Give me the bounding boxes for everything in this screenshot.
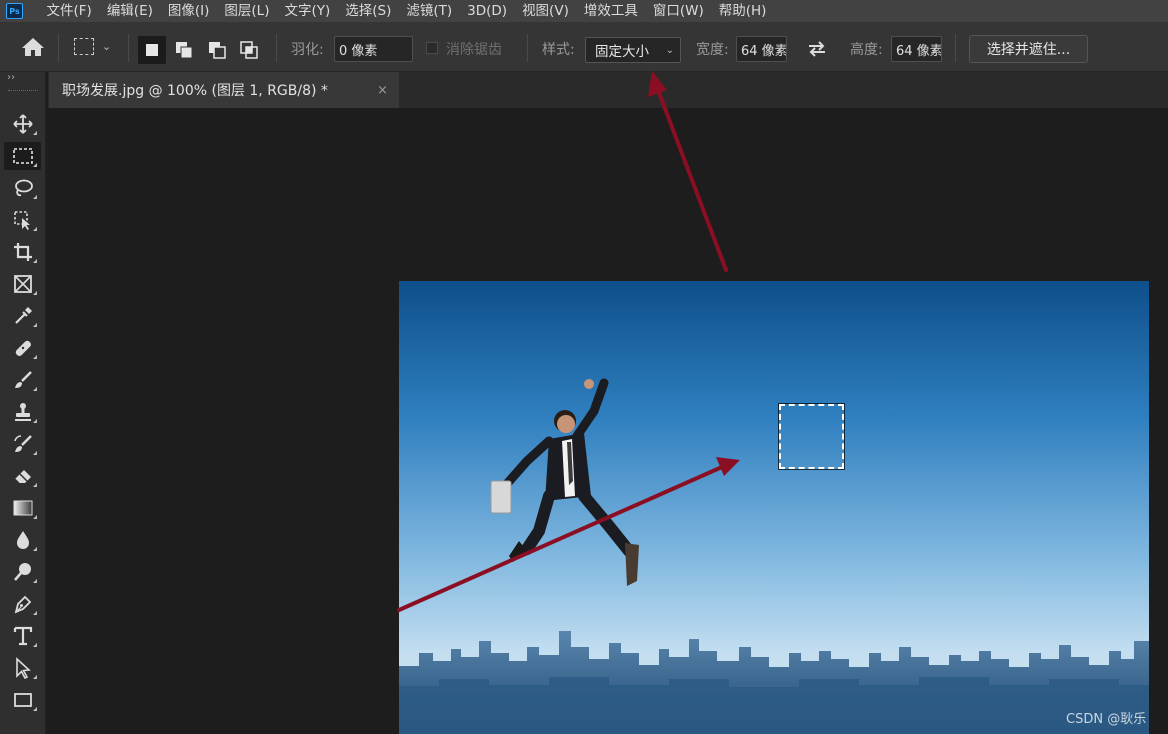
frame-icon: [13, 275, 32, 293]
gradient-tool[interactable]: [4, 494, 41, 522]
width-label: 宽度:: [696, 42, 729, 58]
menu-help[interactable]: 帮助(H): [711, 0, 774, 22]
blur-tool[interactable]: [4, 526, 41, 554]
select-and-mask-button[interactable]: 选择并遮住...: [969, 35, 1088, 63]
menu-file[interactable]: 文件(F): [39, 0, 99, 22]
lasso-icon: [14, 179, 33, 197]
antialias-label: 消除锯齿: [446, 42, 502, 58]
style-label: 样式:: [542, 42, 575, 58]
clone-stamp-tool[interactable]: [4, 398, 41, 426]
eyedropper-icon: [14, 307, 32, 324]
feather-input[interactable]: 0 像素: [334, 36, 413, 62]
menu-filter[interactable]: 滤镜(T): [399, 0, 460, 22]
options-bar: ⌄ 羽化: 0 像素 消除锯齿 样式: 固定大小 ⌄ 宽度: 64 像素 高度:…: [0, 22, 1168, 72]
healing-brush-tool[interactable]: [4, 334, 41, 362]
rectangle-tool[interactable]: [4, 686, 41, 714]
menu-edit[interactable]: 编辑(E): [99, 0, 160, 22]
separator: [58, 34, 59, 62]
document-tab-title: 职场发展.jpg @ 100% (图层 1, RGB/8) *: [62, 83, 328, 99]
type-tool[interactable]: [4, 622, 41, 650]
style-select-value: 固定大小: [595, 44, 649, 60]
drop-icon: [16, 531, 29, 549]
history-brush-icon: [13, 435, 32, 452]
new-selection-button[interactable]: [138, 36, 166, 64]
close-icon[interactable]: ×: [377, 83, 388, 98]
new-selection-icon: [146, 44, 158, 56]
menu-view[interactable]: 视图(V): [515, 0, 577, 22]
move-tool[interactable]: [4, 110, 41, 138]
crop-icon: [13, 243, 32, 261]
history-brush-tool[interactable]: [4, 430, 41, 458]
subtract-selection-icon: [209, 42, 226, 59]
eyedropper-tool[interactable]: [4, 302, 41, 330]
pen-tool[interactable]: [4, 590, 41, 618]
path-selection-tool[interactable]: [4, 654, 41, 682]
intersect-selection-icon: [240, 41, 258, 59]
crop-tool[interactable]: [4, 238, 41, 266]
menu-window[interactable]: 窗口(W): [645, 0, 711, 22]
brush-icon: [14, 371, 32, 388]
pen-icon: [14, 595, 31, 614]
watermark-text: CSDN @耿乐: [1066, 712, 1147, 727]
swap-arrows-icon: [809, 41, 825, 57]
object-selection-tool[interactable]: [4, 206, 41, 234]
separator: [955, 34, 956, 62]
separator: [128, 34, 129, 62]
antialias-checkbox[interactable]: [426, 42, 438, 54]
lasso-tool[interactable]: [4, 174, 41, 202]
height-label: 高度:: [850, 42, 883, 58]
height-input[interactable]: 64 像素: [891, 36, 942, 62]
menu-type[interactable]: 文字(Y): [277, 0, 338, 22]
dodge-tool[interactable]: [4, 558, 41, 586]
dodge-icon: [13, 563, 31, 581]
brush-tool[interactable]: [4, 366, 41, 394]
style-select[interactable]: 固定大小 ⌄: [585, 37, 681, 63]
arrow-cursor-icon: [15, 657, 31, 679]
toolbox: ››: [0, 72, 46, 734]
bandage-icon: [15, 340, 31, 356]
menu-select[interactable]: 选择(S): [338, 0, 399, 22]
collapse-panel-icon[interactable]: ››: [7, 72, 15, 83]
document-image[interactable]: [399, 281, 1149, 734]
move-icon: [12, 114, 33, 134]
marquee-selection[interactable]: [779, 404, 844, 469]
eraser-icon: [14, 470, 31, 484]
gradient-icon: [13, 500, 32, 516]
photoshop-logo-icon: Ps: [6, 3, 23, 19]
object-select-icon: [13, 211, 30, 230]
menu-3d[interactable]: 3D(D): [460, 0, 515, 22]
eraser-tool[interactable]: [4, 462, 41, 490]
menu-layer[interactable]: 图层(L): [217, 0, 277, 22]
home-button[interactable]: [20, 37, 46, 57]
separator: [276, 34, 277, 62]
rectangle-icon: [13, 693, 32, 707]
chevron-down-icon: ⌄: [665, 44, 674, 56]
document-tab[interactable]: 职场发展.jpg @ 100% (图层 1, RGB/8) * ×: [49, 72, 399, 108]
menu-bar: Ps 文件(F) 编辑(E) 图像(I) 图层(L) 文字(Y) 选择(S) 滤…: [0, 0, 1168, 22]
chevron-down-icon: ⌄: [102, 40, 112, 53]
separator: [527, 34, 528, 62]
toolbox-grip[interactable]: [8, 90, 38, 92]
stamp-icon: [14, 403, 31, 421]
add-selection-icon: [176, 42, 193, 59]
feather-label: 羽化:: [291, 42, 324, 58]
marquee-icon: [12, 148, 33, 164]
intersect-selection-button[interactable]: [235, 36, 263, 64]
add-to-selection-button[interactable]: [170, 36, 198, 64]
frame-tool[interactable]: [4, 270, 41, 298]
menu-image[interactable]: 图像(I): [160, 0, 217, 22]
rectangular-marquee-tool[interactable]: [4, 142, 41, 170]
subtract-from-selection-button[interactable]: [203, 36, 231, 64]
type-icon: [13, 626, 32, 646]
width-input[interactable]: 64 像素: [736, 36, 787, 62]
business-man-skyline-photo: [399, 281, 1149, 734]
marquee-preset-icon: [74, 38, 94, 55]
swap-dimensions-button[interactable]: [806, 39, 828, 59]
tool-preset-picker[interactable]: ⌄: [74, 38, 111, 55]
document-tab-bar: 职场发展.jpg @ 100% (图层 1, RGB/8) * ×: [48, 72, 1168, 108]
menu-plugins[interactable]: 增效工具: [576, 0, 645, 22]
home-icon: [22, 38, 44, 56]
